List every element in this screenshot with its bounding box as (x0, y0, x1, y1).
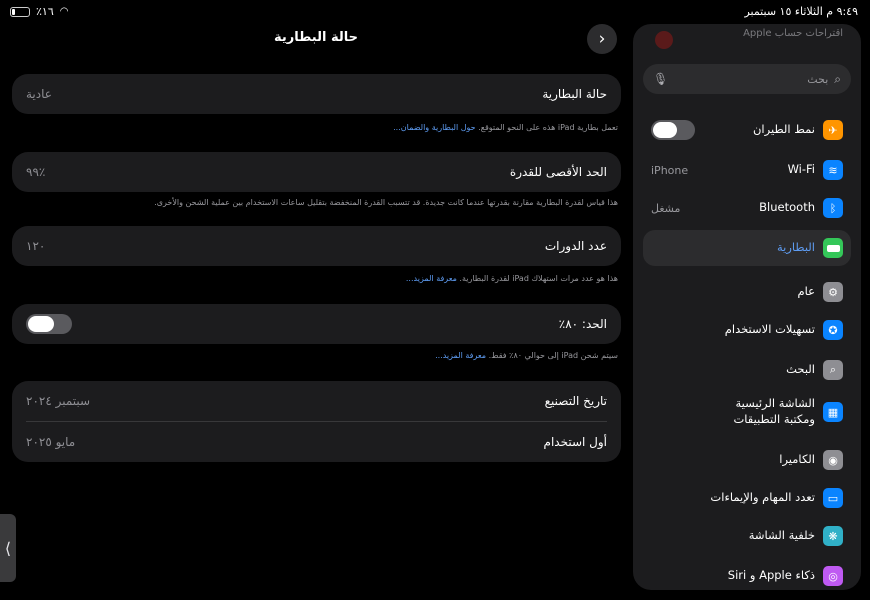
accessibility-icon: ✪ (823, 320, 843, 340)
sidebar-item-airplane[interactable]: ✈ نمط الطيران (643, 112, 851, 148)
wallpaper-icon: ❋ (823, 526, 843, 546)
battery-glyph (826, 244, 840, 252)
battery-health-value: عادية (26, 87, 52, 101)
max-capacity-group: الحد الأقصى للقدرة ٪٩٩ (12, 152, 621, 192)
manufacture-date-label: تاريخ التصنيع (544, 394, 607, 408)
dates-group: تاريخ التصنيع سبتمبر ٢٠٢٤ أول استخدام ما… (12, 381, 621, 462)
battery-health-label: حالة البطارية (542, 87, 607, 101)
battery-health-note-text: تعمل بطارية iPad هذه على النحو المتوقع. (478, 123, 618, 132)
sidebar-item-label: نمط الطيران (752, 122, 815, 137)
charge-limit-label: الحد: ٨٠٪ (558, 317, 607, 331)
chevron-right-icon: › (598, 29, 606, 49)
toggle-knob (28, 316, 54, 332)
siri-icon: ◎ (823, 566, 843, 586)
cycle-count-label: عدد الدورات (544, 239, 607, 253)
sidebar-item-multitasking[interactable]: ▭ تعدد المهام والإيماءات (643, 480, 851, 516)
sidebar-item-label: Bluetooth (759, 200, 815, 215)
sidebar-item-label: الكاميرا (779, 452, 815, 467)
back-button[interactable]: › (587, 24, 617, 54)
sidebar-item-label: عام (797, 284, 816, 299)
cycle-count-group: عدد الدورات ١٢٠ (12, 226, 621, 266)
manufacture-date-value: سبتمبر ٢٠٢٤ (26, 394, 91, 408)
max-capacity-note: هذا قياس لقدرة البطارية مقارنة بقدرتها ع… (154, 198, 618, 207)
battery-icon (823, 238, 843, 258)
sidebar-item-wallpaper[interactable]: ❋ خلفية الشاشة (643, 518, 851, 554)
charge-limit-note-text: سيتم شحن iPad إلى حوالي ٨٠٪ فقط. (488, 351, 618, 360)
charge-limit-row: الحد: ٨٠٪ (12, 304, 621, 344)
search-icon: ⌕ (834, 71, 841, 86)
max-capacity-row: الحد الأقصى للقدرة ٪٩٩ (12, 152, 621, 192)
first-use-label: أول استخدام (543, 435, 607, 449)
account-suggestions[interactable]: اقتراحات حساب Apple (743, 28, 843, 39)
cycle-learn-more-link[interactable]: معرفة المزيد... (406, 274, 457, 283)
sidebar-item-wifi[interactable]: ≋ Wi-Fi iPhone (643, 152, 851, 188)
camera-icon: ◉ (823, 450, 843, 470)
charge-limit-note: سيتم شحن iPad إلى حوالي ٨٠٪ فقط. معرفة ا… (435, 351, 618, 360)
battery-health-row: حالة البطارية عادية (12, 74, 621, 114)
cycle-count-value: ١٢٠ (26, 239, 46, 253)
sidebar-item-value: iPhone (651, 163, 689, 177)
sidebar-item-label: تسهيلات الاستخدام (724, 322, 815, 337)
sidebar-item-label: البطارية (776, 240, 815, 255)
sidebar-item-home-screen[interactable]: ▦ الشاشة الرئيسية ومكتبة التطبيقات (643, 390, 851, 434)
sidebar-item-label: البحث (786, 362, 815, 377)
wifi-icon: ≋ (823, 160, 843, 180)
status-time-text: ٩:٤٩ م (826, 5, 858, 18)
cycle-count-row: عدد الدورات ١٢٠ (12, 226, 621, 266)
search-icon: ⌕ (823, 360, 843, 380)
gear-icon: ⚙ (823, 282, 843, 302)
settings-sidebar: اقتراحات حساب Apple ⌕ بحث 🎙 ✈ نمط الطيران… (633, 24, 861, 590)
sidebar-item-gear[interactable]: ⚙ عام (643, 274, 851, 310)
sidebar-item-battery[interactable]: البطارية (643, 230, 851, 266)
search-field[interactable]: ⌕ بحث 🎙 (643, 64, 851, 94)
max-capacity-label: الحد الأقصى للقدرة (509, 165, 607, 179)
airplane-mode-toggle[interactable] (651, 120, 695, 140)
search-left: ⌕ بحث (807, 72, 841, 87)
sidebar-item-label: تعدد المهام والإيماءات (710, 490, 815, 505)
first-use-row: أول استخدام مايو ٢٠٢٥ (12, 422, 621, 462)
charge-limit-toggle[interactable] (26, 314, 72, 334)
cycle-count-note-text: هذا هو عدد مرات استهلاك iPad لقدرة البطا… (459, 274, 618, 283)
sidebar-item-camera[interactable]: ◉ الكاميرا (643, 442, 851, 478)
sidebar-item-search[interactable]: ⌕ البحث (643, 352, 851, 388)
battery-health-panel: حالة البطارية › حالة البطارية عادية تعمل… (0, 0, 632, 600)
sidebar-item-label: خلفية الشاشة (748, 528, 815, 543)
sidebar-item-label: ذكاء Apple و Siri (727, 568, 815, 583)
microphone-icon[interactable]: 🎙 (653, 72, 668, 86)
bluetooth-icon: ᛒ (823, 198, 843, 218)
badge-icon (655, 31, 673, 49)
battery-warranty-link[interactable]: حول البطارية والضمان... (393, 123, 475, 132)
battery-health-note: تعمل بطارية iPad هذه على النحو المتوقع. … (393, 123, 618, 132)
home-screen-icon: ▦ (823, 402, 843, 422)
chevron-left-icon: ⟨ (4, 538, 12, 558)
search-placeholder: بحث (807, 72, 829, 86)
status-time: ٩:٤٩ م الثلاثاء ١٥ سبتمبر (744, 5, 858, 18)
battery-health-group: حالة البطارية عادية (12, 74, 621, 114)
multitasking-icon: ▭ (823, 488, 843, 508)
sidebar-item-accessibility[interactable]: ✪ تسهيلات الاستخدام (643, 312, 851, 348)
sidebar-item-label: Wi-Fi (787, 162, 815, 177)
sidebar-item-bluetooth[interactable]: ᛒ Bluetooth مشغل (643, 190, 851, 226)
first-use-value: مايو ٢٠٢٥ (26, 435, 76, 449)
cycle-count-note: هذا هو عدد مرات استهلاك iPad لقدرة البطا… (406, 274, 618, 283)
charge-limit-group: الحد: ٨٠٪ (12, 304, 621, 344)
sidebar-handle[interactable]: ⟨ (0, 514, 16, 582)
toggle-knob (653, 122, 677, 138)
sidebar-item-value: مشغل (651, 201, 681, 215)
limit-learn-more-link[interactable]: معرفة المزيد... (435, 351, 486, 360)
airplane-icon: ✈ (823, 120, 843, 140)
sidebar-item-label: الشاشة الرئيسية ومكتبة التطبيقات (733, 396, 815, 426)
max-capacity-value: ٪٩٩ (26, 165, 46, 179)
status-date-text: الثلاثاء ١٥ سبتمبر (744, 5, 823, 18)
manufacture-date-row: تاريخ التصنيع سبتمبر ٢٠٢٤ (12, 381, 621, 421)
page-title: حالة البطارية (274, 30, 358, 45)
sidebar-item-siri[interactable]: ◎ ذكاء Apple و Siri (643, 558, 851, 590)
